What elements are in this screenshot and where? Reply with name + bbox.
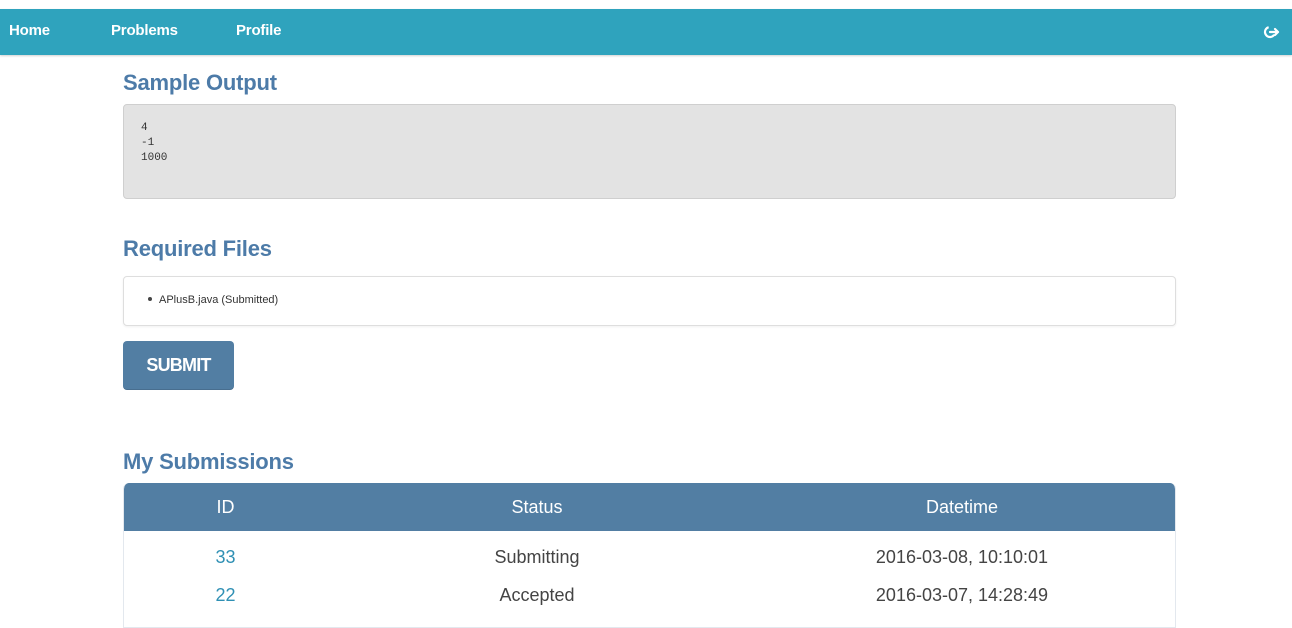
sample-output-box: 4 -1 1000 xyxy=(123,104,1176,199)
nav-problems-link[interactable]: Problems xyxy=(111,9,178,55)
nav-home-link[interactable]: Home xyxy=(9,9,50,55)
sample-output-title: Sample Output xyxy=(123,70,277,95)
submission-datetime: 2016-03-08, 10:10:01 xyxy=(875,547,1049,567)
header-id: ID xyxy=(124,483,327,531)
submission-datetime: 2016-03-07, 14:28:49 xyxy=(875,585,1049,605)
logout-icon-graphic xyxy=(1263,25,1280,39)
required-files-box: APlusB.java (Submitted) xyxy=(123,276,1176,326)
submission-row: 22 Accepted 2016-03-07, 14:28:49 xyxy=(124,576,1175,614)
submit-button[interactable]: SUBMIT xyxy=(123,341,234,390)
required-file-item: APlusB.java (Submitted) xyxy=(148,293,278,307)
submissions-header-row: ID Status Datetime xyxy=(124,483,1175,531)
required-file-label: APlusB.java (Submitted) xyxy=(159,294,279,306)
submission-row: 33 Submitting 2016-03-08, 10:10:01 xyxy=(124,531,1175,576)
header-datetime: Datetime xyxy=(747,483,1175,531)
required-files-title: Required Files xyxy=(123,236,272,261)
nav-profile-link[interactable]: Profile xyxy=(236,9,281,55)
submission-id-link[interactable]: 33 xyxy=(215,547,235,567)
submission-id-cell: 22 xyxy=(124,576,327,614)
submission-status: Accepted xyxy=(499,585,575,605)
my-submissions-title: My Submissions xyxy=(123,449,294,474)
logout-icon[interactable] xyxy=(1262,23,1280,41)
bullet-icon xyxy=(148,297,152,302)
header-status: Status xyxy=(327,483,747,531)
submissions-table-wrapper: ID Status Datetime 33 Submitting 2016-03… xyxy=(123,483,1176,628)
submission-id-cell: 33 xyxy=(124,531,327,576)
submissions-table: ID Status Datetime 33 Submitting 2016-03… xyxy=(124,483,1175,614)
submission-id-link[interactable]: 22 xyxy=(215,585,235,605)
top-navbar: Home Problems Profile xyxy=(0,9,1292,55)
submission-status: Submitting xyxy=(494,547,580,567)
